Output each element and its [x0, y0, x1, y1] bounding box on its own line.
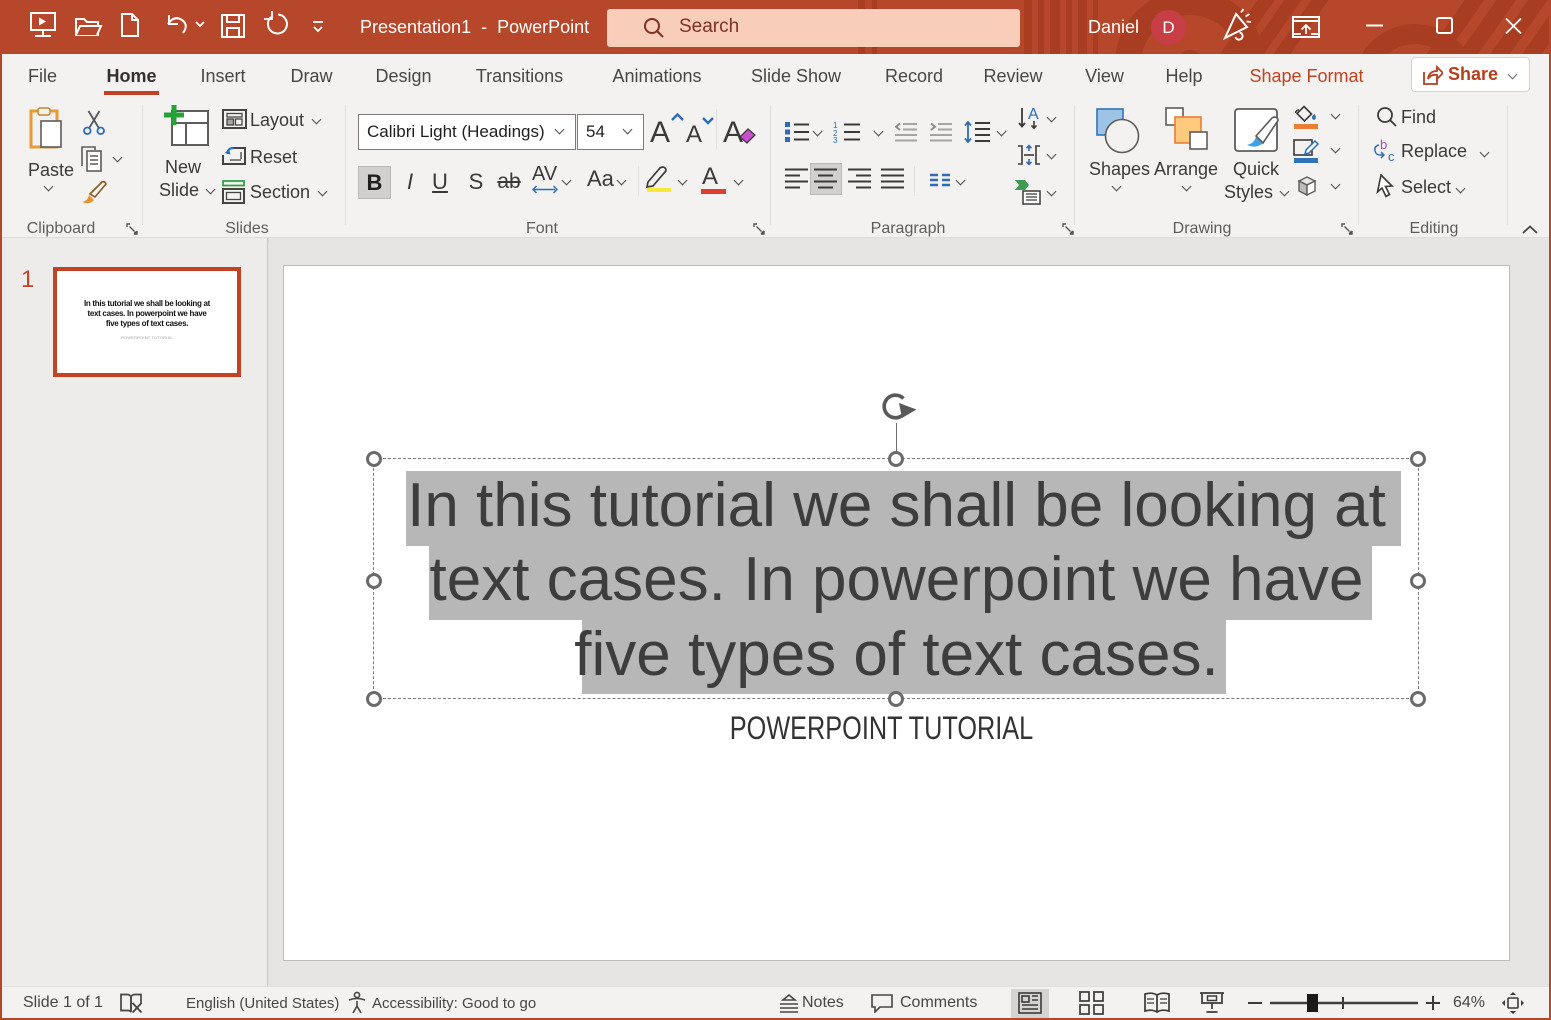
svg-text:A: A — [650, 116, 670, 149]
svg-text:c: c — [1388, 149, 1395, 163]
svg-text:A: A — [1028, 107, 1039, 123]
svg-text:A: A — [686, 121, 702, 148]
svg-text:A: A — [723, 116, 743, 149]
svg-text:b: b — [1380, 139, 1387, 152]
svg-text:3: 3 — [833, 136, 838, 143]
